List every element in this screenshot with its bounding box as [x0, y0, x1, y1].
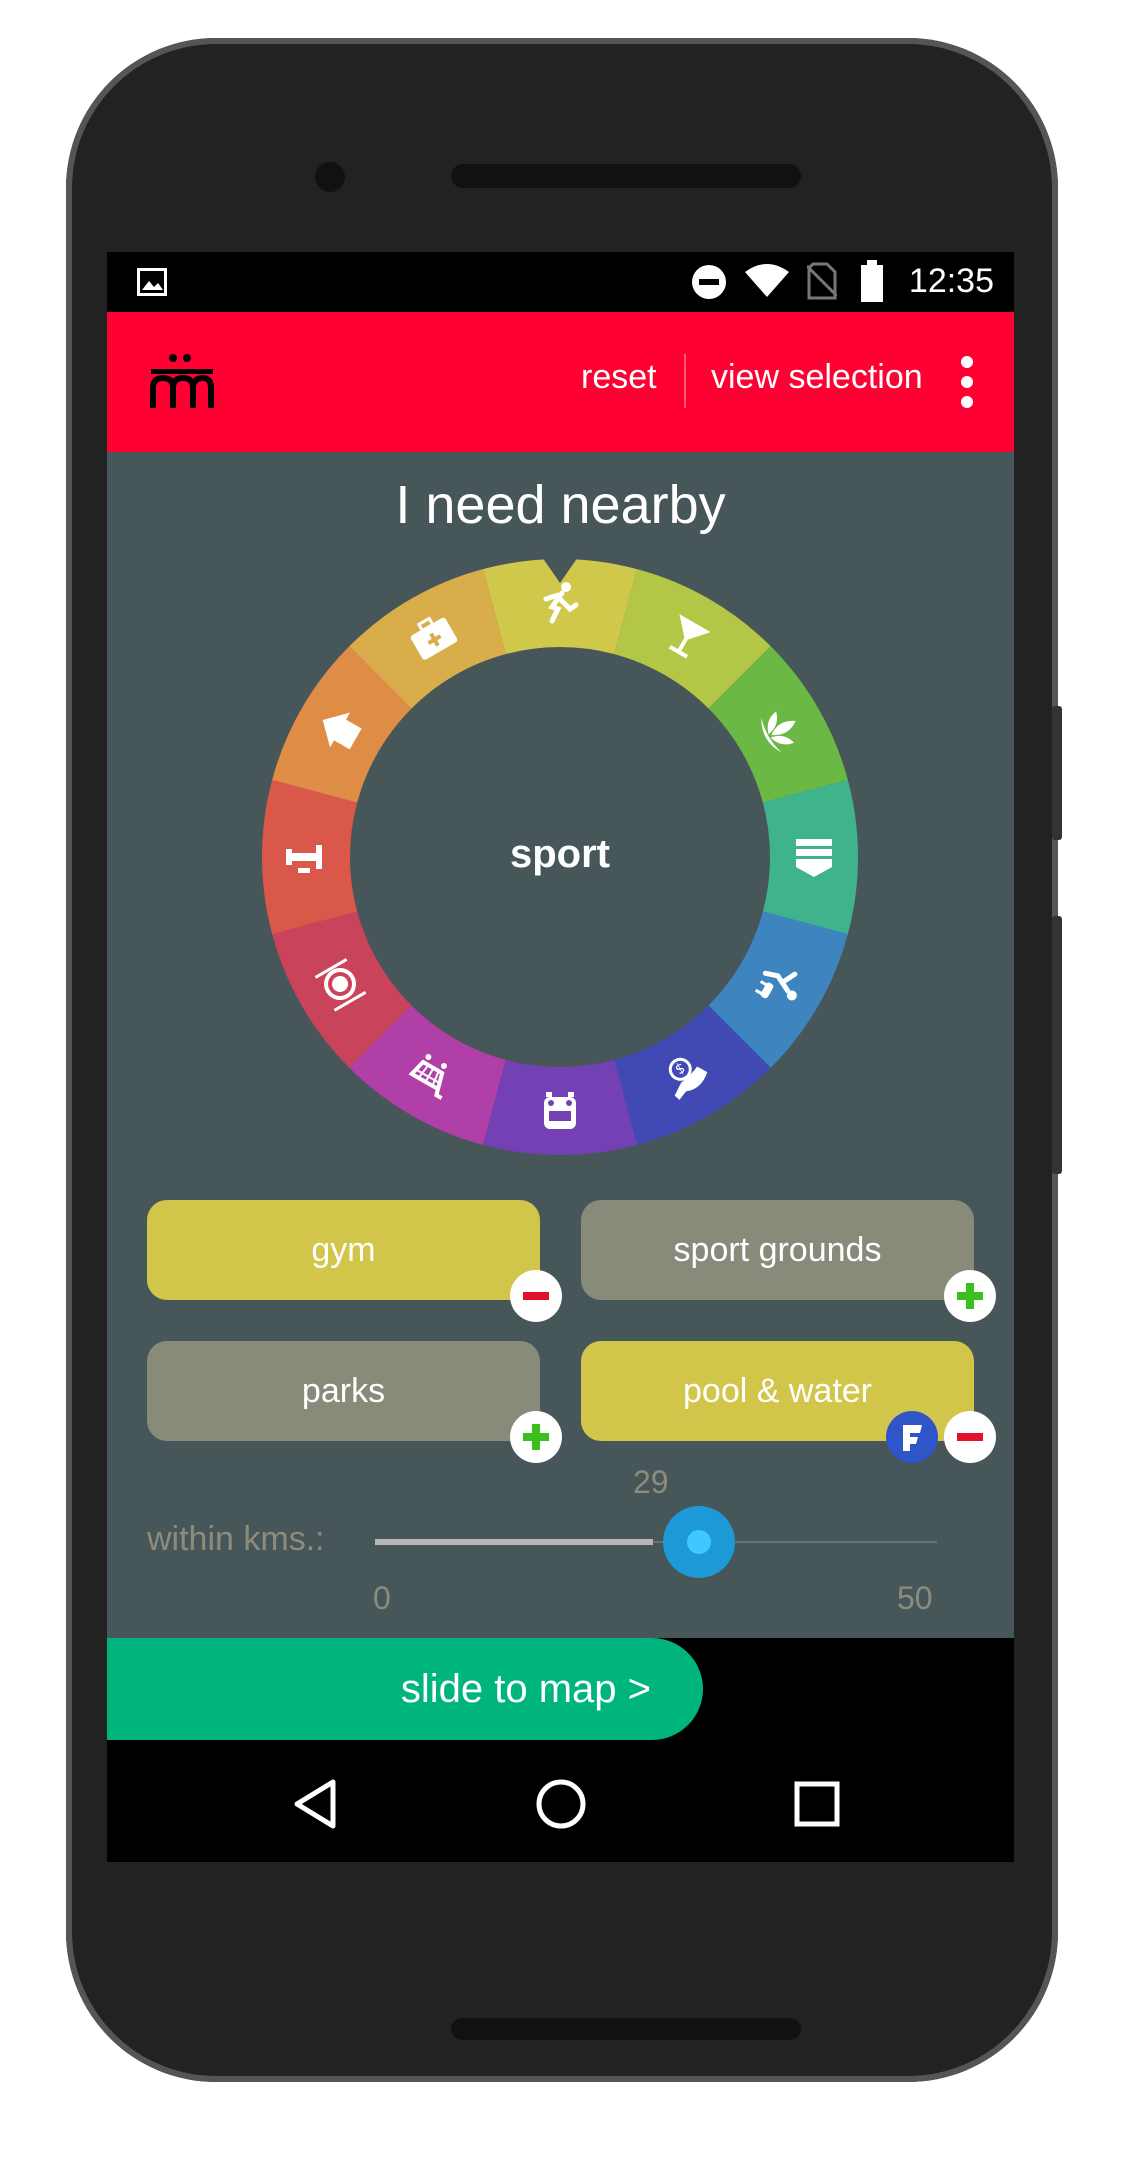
plus-icon	[523, 1424, 549, 1450]
app-logo-icon[interactable]	[147, 352, 217, 412]
clock: 12:35	[908, 262, 994, 300]
slider-max: 50	[897, 1580, 933, 1616]
screen: 12:35 reset view selection I need nearby…	[107, 252, 1014, 1862]
page-title: I need nearby	[395, 475, 726, 535]
minus-icon	[523, 1292, 549, 1300]
foursquare-icon[interactable]	[886, 1411, 938, 1463]
bottom-speaker	[451, 2018, 801, 2040]
chip-sport-grounds[interactable]: sport grounds	[581, 1200, 974, 1300]
do-not-disturb-icon	[692, 265, 726, 299]
back-icon[interactable]	[287, 1776, 343, 1832]
slider-track-filled[interactable]	[375, 1539, 653, 1545]
wifi-icon	[745, 264, 789, 297]
selected-category-label: sport	[510, 832, 610, 876]
slider-value: 29	[633, 1464, 669, 1500]
recents-icon[interactable]	[789, 1776, 845, 1832]
chip-parks[interactable]: parks	[147, 1341, 540, 1441]
chip-gym[interactable]: gym	[147, 1200, 540, 1300]
view-selection-button[interactable]: view selection	[711, 358, 923, 397]
power-button	[1052, 916, 1062, 1174]
volume-button	[1052, 706, 1062, 840]
system-nav-bar	[107, 1742, 1014, 1862]
slider-thumb[interactable]	[663, 1506, 735, 1578]
status-bar: 12:35	[107, 252, 1014, 312]
earpiece-speaker	[451, 164, 801, 188]
battery-icon	[861, 260, 883, 302]
image-icon	[137, 268, 167, 296]
slider-label: within kms.:	[147, 1520, 325, 1558]
slide-to-map-label: slide to map >	[400, 1667, 651, 1711]
reset-button[interactable]: reset	[581, 358, 657, 397]
slider-min: 0	[373, 1580, 391, 1616]
add-parks-button[interactable]	[510, 1411, 562, 1463]
add-sport-grounds-button[interactable]	[944, 1270, 996, 1322]
minus-icon	[957, 1433, 983, 1441]
home-icon[interactable]	[533, 1776, 589, 1832]
front-camera	[315, 162, 345, 192]
more-vert-icon[interactable]	[957, 354, 977, 410]
appbar-divider	[684, 354, 686, 408]
bus-icon	[544, 1092, 576, 1129]
plus-icon	[957, 1283, 983, 1309]
slider-thumb-dot	[687, 1530, 711, 1554]
remove-pool-water-button[interactable]	[944, 1411, 996, 1463]
app-bar: reset view selection	[107, 312, 1014, 452]
no-sim-icon	[807, 262, 837, 300]
slide-to-map-button[interactable]: slide to map >	[107, 1638, 703, 1740]
remove-gym-button[interactable]	[510, 1270, 562, 1322]
